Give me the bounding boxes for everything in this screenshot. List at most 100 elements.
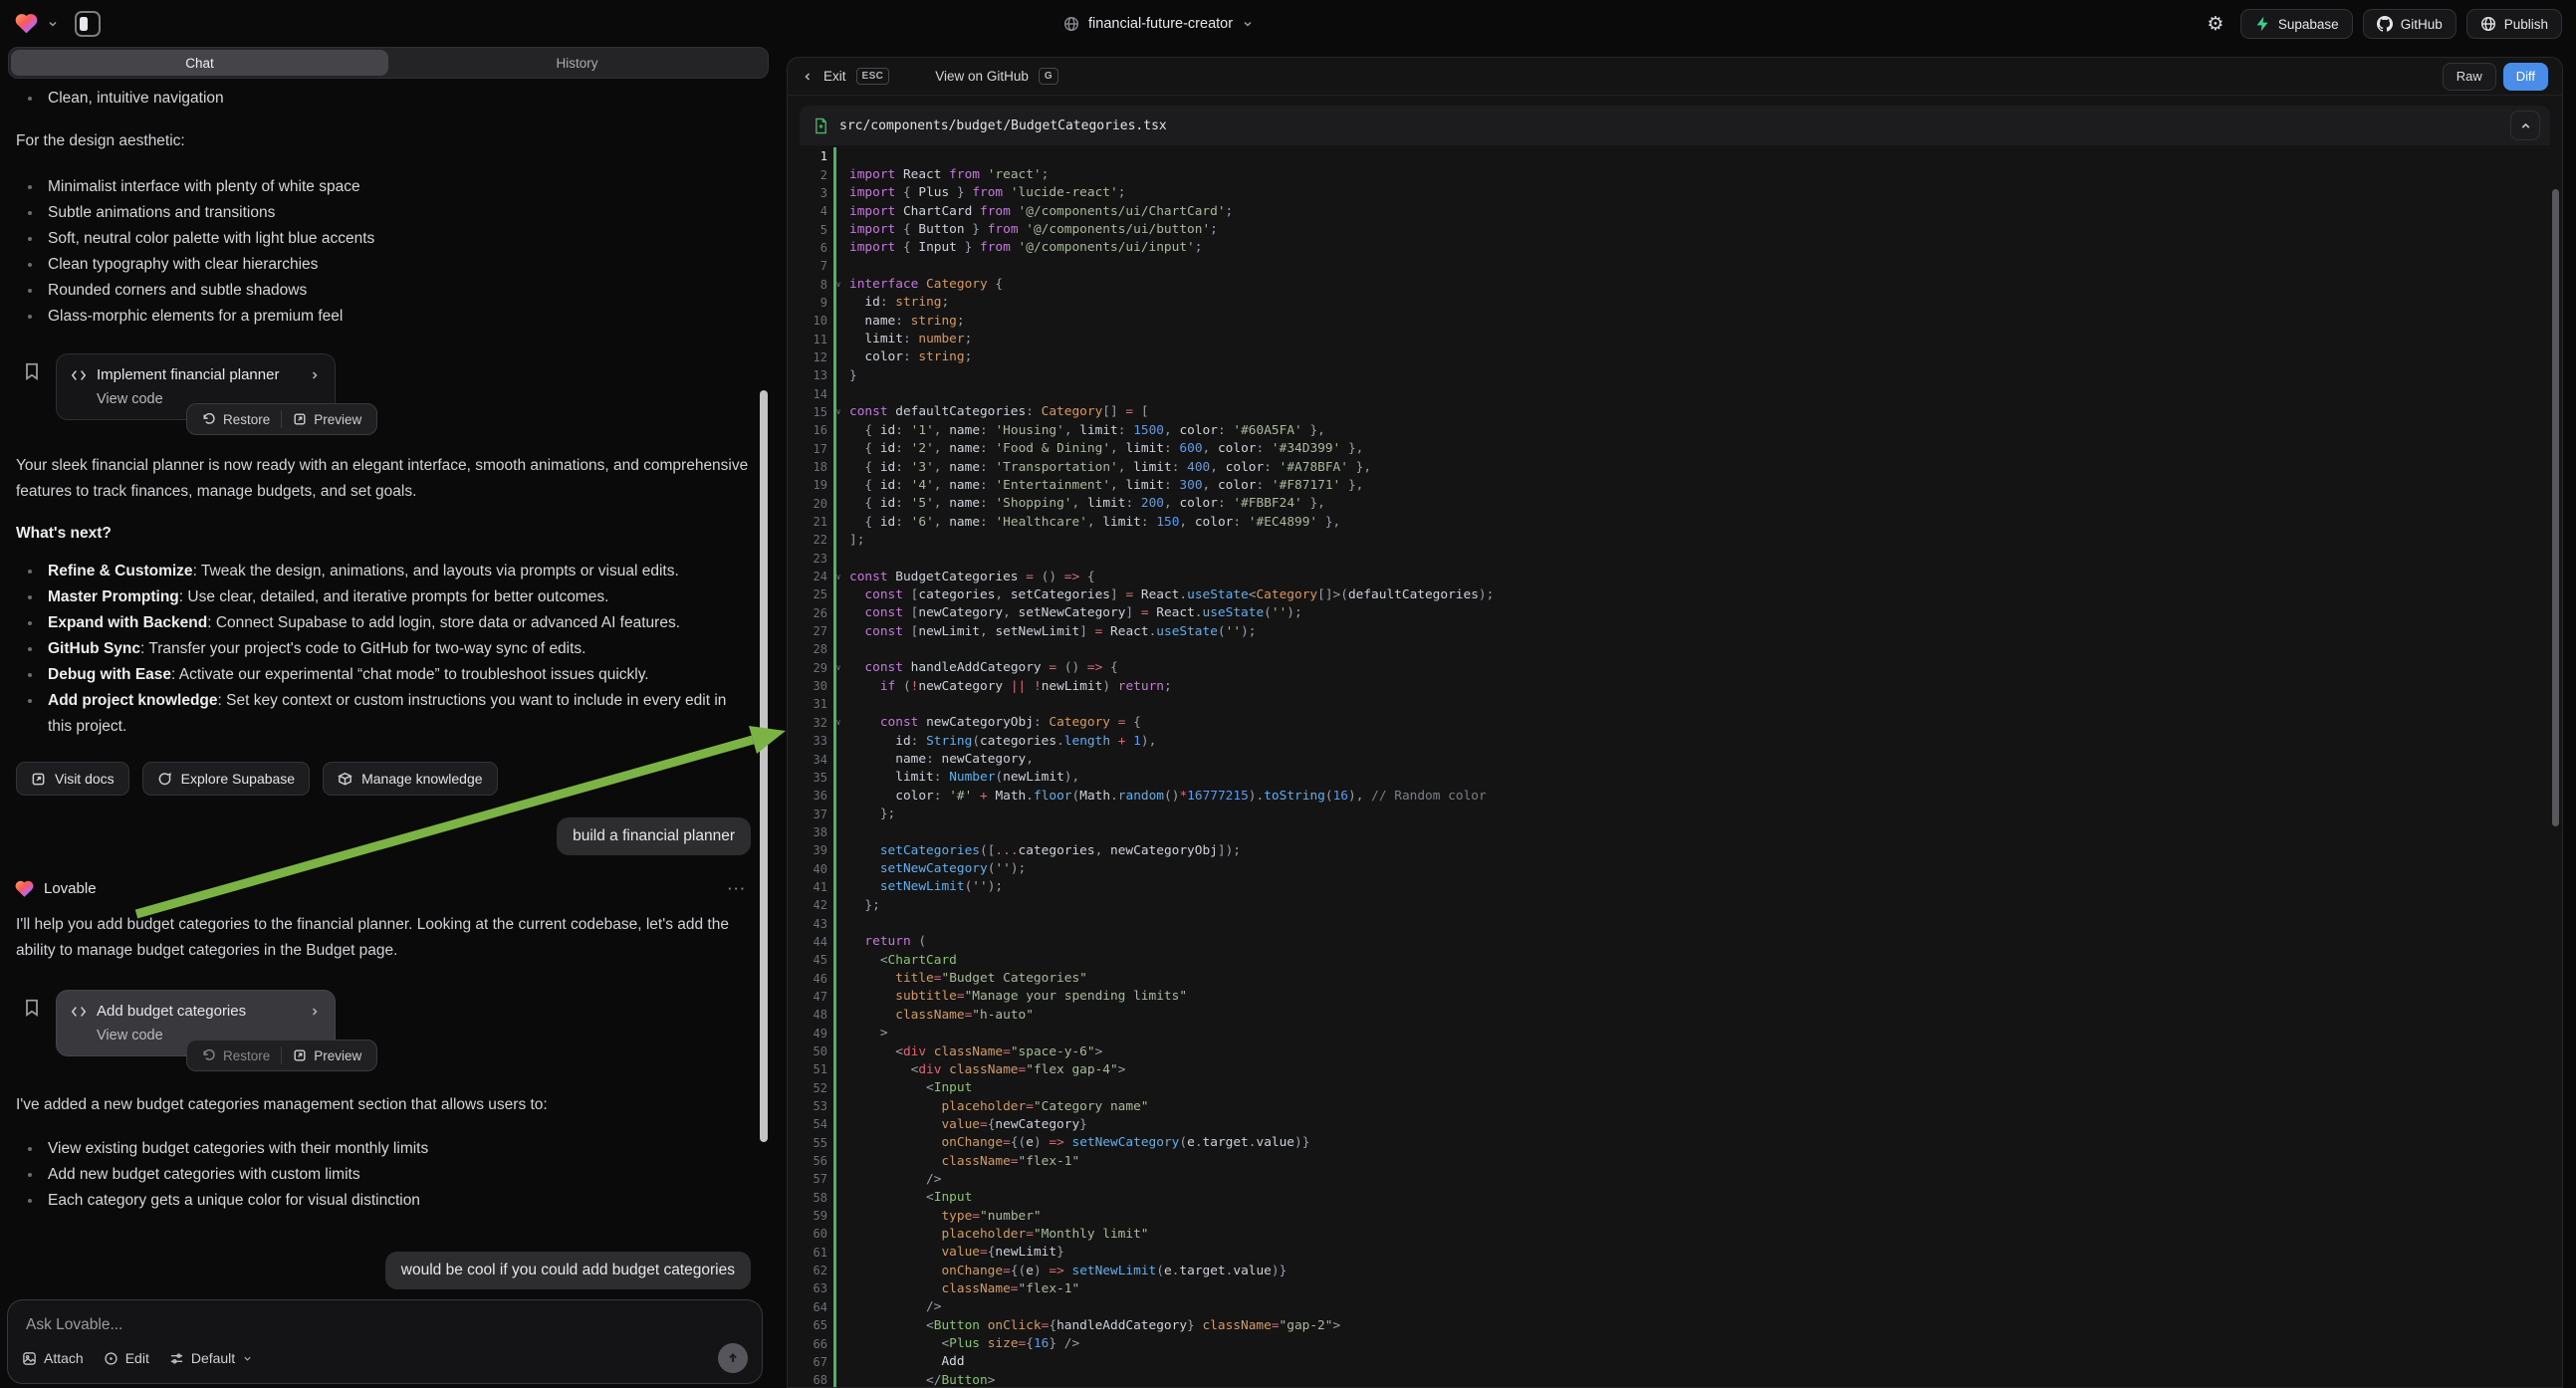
line-number: 52 (788, 1081, 827, 1095)
line-number: 56 (788, 1154, 827, 1168)
line-number: 12 (788, 350, 827, 364)
code-text: interface Category { (849, 277, 1003, 292)
code-line: 20 { id: '5', name: 'Shopping', limit: 2… (788, 495, 2562, 513)
code-scrollbar[interactable] (2552, 189, 2559, 826)
fold-caret-icon[interactable]: ∨ (827, 718, 849, 727)
chat-input[interactable] (26, 1316, 746, 1334)
list-item: Rounded corners and subtle shadows (16, 278, 751, 304)
code-text: { id: '4', name: 'Entertainment', limit:… (849, 478, 1363, 493)
code-line: 49 > (788, 1025, 2562, 1042)
attach-button[interactable]: Attach (22, 1350, 84, 1366)
code-line: 36 color: '#' + Math.floor(Math.random()… (788, 787, 2562, 805)
preview-button[interactable]: Preview (282, 412, 372, 427)
raw-toggle-button[interactable]: Raw (2443, 63, 2496, 91)
code-line: 9 id: string; (788, 294, 2562, 312)
chevron-left-icon[interactable] (802, 71, 814, 83)
bookmark-icon[interactable] (22, 361, 42, 381)
version-card-implement-financial-planner[interactable]: Implement financial planner View code Re… (56, 353, 336, 420)
preview-icon (293, 412, 307, 426)
chat-message-list[interactable]: Clean, intuitive navigation For the desi… (0, 79, 777, 1297)
message-menu-icon[interactable]: ··· (728, 881, 747, 896)
code-line: 41 setNewLimit(''); (788, 878, 2562, 896)
file-path-bar[interactable]: src/components/budget/BudgetCategories.t… (800, 106, 2550, 145)
line-number: 46 (788, 972, 827, 986)
ready-text: Your sleek financial planner is now read… (16, 453, 751, 505)
bullet-dot (28, 647, 32, 651)
code-line: 44 return ( (788, 933, 2562, 951)
bookmark-icon[interactable] (22, 998, 42, 1018)
lovable-logo-icon[interactable] (14, 12, 39, 35)
code-text: <div className="space-y-6"> (849, 1044, 1102, 1059)
code-text: className="flex-1" (849, 1154, 1079, 1169)
supabase-icon (2254, 16, 2270, 32)
version-card-add-budget-categories[interactable]: Add budget categories View code Restore … (56, 990, 336, 1056)
bullet-dot (28, 237, 32, 241)
project-switcher[interactable]: financial-future-creator (1063, 0, 1254, 47)
sidebar-toggle-icon[interactable] (75, 11, 101, 37)
code-line: 27 const [newLimit, setNewLimit] = React… (788, 622, 2562, 640)
manage-knowledge-button[interactable]: Manage knowledge (323, 762, 497, 796)
collapse-file-button[interactable] (2510, 111, 2540, 140)
preview-button[interactable]: Preview (282, 1048, 372, 1063)
bullet-dot (28, 97, 32, 101)
exit-button[interactable]: Exit (823, 69, 846, 84)
diff-toggle-button[interactable]: Diff (2503, 63, 2548, 91)
line-number: 35 (788, 771, 827, 785)
line-number: 20 (788, 497, 827, 511)
code-text: }; (849, 898, 880, 913)
code-text: Add (849, 1354, 965, 1369)
code-line: 3import { Plus } from 'lucide-react'; (788, 184, 2562, 202)
code-text: }; (849, 807, 895, 821)
visit-docs-button[interactable]: Visit docs (16, 762, 129, 796)
restore-button[interactable]: Restore (191, 412, 281, 427)
code-line: 64 /> (788, 1298, 2562, 1316)
next-steps-list: Refine & Customize: Tweak the design, an… (16, 559, 751, 740)
line-number: 27 (788, 624, 827, 638)
code-line: 40 setNewCategory(''); (788, 859, 2562, 877)
workspace-chevron-down-icon[interactable] (47, 18, 59, 30)
view-on-github-link[interactable]: View on GitHub (935, 69, 1029, 84)
version-title: Add budget categories (97, 1003, 299, 1020)
tab-history[interactable]: History (388, 50, 766, 76)
line-number: 48 (788, 1008, 827, 1022)
list-item: GitHub Sync: Transfer your project's cod… (16, 636, 751, 662)
code-line: 25 const [categories, setCategories] = R… (788, 585, 2562, 603)
list-item: Add new budget categories with custom li… (16, 1162, 751, 1188)
code-area[interactable]: 12import React from 'react';3import { Pl… (788, 147, 2562, 1388)
tab-chat[interactable]: Chat (11, 50, 388, 76)
project-globe-icon (1063, 16, 1079, 32)
github-button[interactable]: GitHub (2363, 9, 2457, 39)
code-line: 62 onChange={(e) => setNewLimit(e.target… (788, 1262, 2562, 1279)
model-selector[interactable]: Default (169, 1350, 253, 1366)
line-number: 63 (788, 1281, 827, 1295)
line-number: 44 (788, 935, 827, 949)
restore-button[interactable]: Restore (191, 1048, 281, 1063)
code-text: color: '#' + Math.floor(Math.random()*16… (849, 789, 1487, 804)
fold-caret-icon[interactable]: ∨ (827, 407, 849, 416)
line-number: 17 (788, 442, 827, 456)
line-number: 34 (788, 753, 827, 767)
list-item: Expand with Backend: Connect Supabase to… (16, 610, 751, 636)
fold-caret-icon[interactable]: ∨ (827, 573, 849, 581)
line-number: 2 (788, 168, 827, 182)
settings-gear-icon[interactable]: ⚙ (2201, 9, 2230, 39)
fold-caret-icon[interactable]: ∨ (827, 663, 849, 672)
code-text: placeholder="Category name" (849, 1099, 1149, 1114)
bullet-dot (28, 595, 32, 599)
restore-icon (202, 1048, 216, 1062)
publish-button[interactable]: Publish (2466, 9, 2562, 39)
send-button[interactable] (718, 1343, 748, 1373)
supabase-button[interactable]: Supabase (2240, 9, 2353, 39)
doc-buttons-row: Visit docs Explore Supabase Manage knowl… (16, 762, 751, 796)
line-number: 18 (788, 460, 827, 474)
code-line: 51 <div className="flex gap-4"> (788, 1060, 2562, 1078)
explore-supabase-button[interactable]: Explore Supabase (142, 762, 310, 796)
assistant-name: Lovable (44, 880, 728, 897)
chat-scrollbar[interactable] (760, 390, 768, 1142)
line-number: 38 (788, 825, 827, 839)
code-line: 33 id: String(categories.length + 1), (788, 732, 2562, 750)
fold-caret-icon[interactable]: ∨ (827, 280, 849, 289)
code-line: 19 { id: '4', name: 'Entertainment', lim… (788, 476, 2562, 494)
edit-mode-button[interactable]: Edit (104, 1350, 149, 1366)
code-line: 4import ChartCard from '@/components/ui/… (788, 202, 2562, 220)
